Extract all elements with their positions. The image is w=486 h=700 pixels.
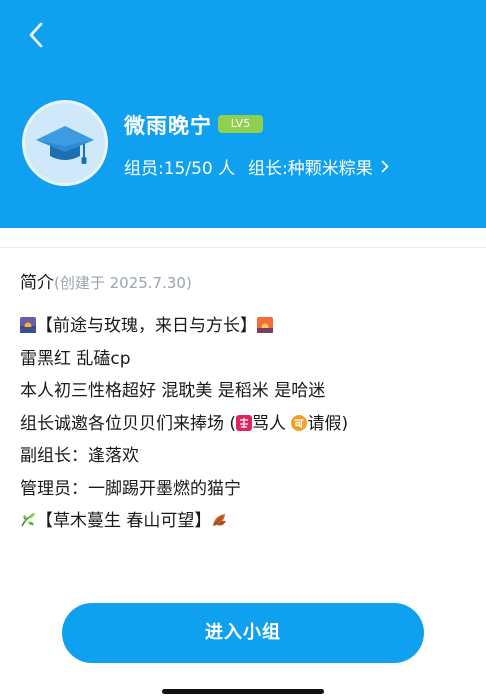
intro-line: 雷黑红 乱磕cp [20, 348, 131, 369]
join-group-button[interactable]: 进入小组 [62, 603, 424, 663]
herb-icon [21, 513, 35, 527]
intro-title: 简介 [20, 273, 54, 293]
home-indicator [162, 689, 324, 694]
intro-body: 【前途与玫瑰，来日与方长】 雷黑红 乱磕cp 本人初三性格超好 混耽美 是稻米 … [20, 310, 470, 538]
intro-line: 组长诚邀各位贝贝们来捧场 ( 骂人 请假) [20, 408, 470, 441]
level-badge: LV5 [218, 115, 263, 133]
intro-line-4-end: 请假) [307, 413, 349, 434]
leader-label: 组长:种颗米粽果 [248, 159, 373, 179]
intro-heading: 简介(创建于 2025.7.30) [20, 268, 192, 293]
intro-line: 本人初三性格超好 混耽美 是稻米 是哈迷 [20, 381, 326, 401]
intro-line-4-start: 组长诚邀各位贝贝们来捧场 ( [20, 413, 237, 434]
fallen-leaf-icon [213, 514, 227, 526]
intro-line-7: 【草木蔓生 春山可望】 [36, 511, 212, 531]
back-button[interactable] [20, 18, 52, 52]
sunrise-icon [20, 317, 36, 333]
graduation-cap-icon [36, 126, 94, 164]
intro-line: 副组长：逢落欢 [20, 446, 139, 466]
member-count: 组员:15/50 人 [124, 159, 236, 179]
group-header: 微雨晚宁 LV5 组员:15/50 人 组长:种颗米粽果 [0, 0, 486, 228]
intro-line: 【草木蔓生 春山可望】 [20, 505, 470, 538]
group-avatar[interactable] [22, 100, 108, 186]
intro-line: 【前途与玫瑰，来日与方长】 [20, 310, 470, 343]
forbidden-ideograph-icon [236, 414, 253, 431]
created-date: (创建于 2025.7.30) [54, 274, 192, 292]
intro-line-1: 【前途与玫瑰，来日与方长】 [36, 316, 257, 336]
intro-line-4-mid: 骂人 [252, 413, 292, 434]
section-divider [0, 247, 486, 248]
sunset-icon [257, 317, 273, 333]
leader-link[interactable]: 组长:种颗米粽果 [248, 154, 389, 179]
intro-line: 管理员：一脚踢开墨燃的猫宁 [20, 478, 241, 499]
acceptable-ideograph-icon [291, 414, 308, 431]
group-name: 微雨晚宁 [124, 114, 212, 138]
chevron-left-icon [29, 22, 43, 48]
chevron-right-icon [381, 160, 389, 173]
